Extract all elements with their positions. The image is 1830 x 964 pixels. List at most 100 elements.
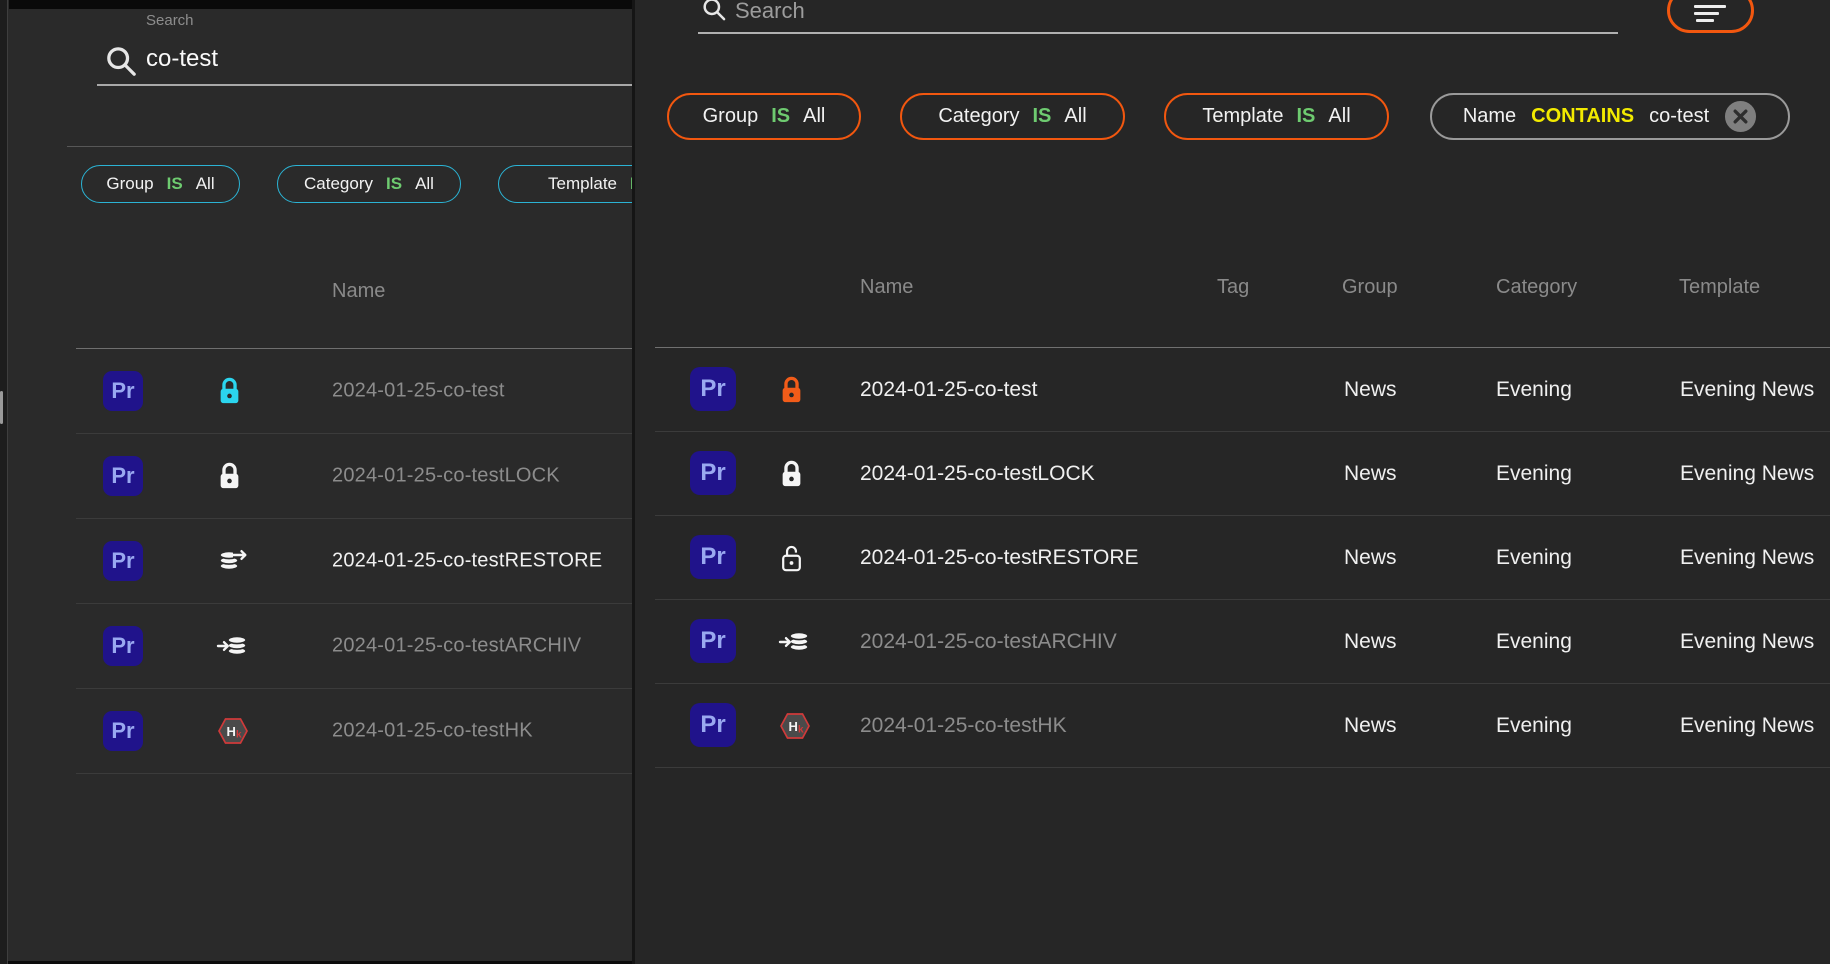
search-input[interactable] — [146, 42, 526, 76]
cell-template: Evening News — [1680, 378, 1814, 402]
sort-lines-icon — [1696, 19, 1714, 22]
filter-field-label: Template — [548, 174, 617, 194]
left-panel-titlebar — [9, 0, 632, 9]
table-row[interactable]: Pr 2024-01-25-co-testLOCK — [76, 434, 632, 519]
column-header-group[interactable]: Group — [1342, 276, 1398, 299]
cell-name: 2024-01-25-co-testRESTORE — [860, 546, 1139, 570]
filter-operator-label: IS — [1033, 105, 1052, 128]
cell-template: Evening News — [1680, 462, 1814, 486]
filter-operator-label: IS — [386, 174, 402, 194]
table-row[interactable]: Pr 2024-01-25-co-testARCHIV — [76, 604, 632, 689]
filter-field-label: Group — [703, 105, 759, 128]
filter-value-label: All — [803, 105, 825, 128]
filter-field-label: Group — [106, 174, 153, 194]
premiere-pro-badge: Pr — [690, 535, 736, 579]
filter-value-label: All — [1328, 105, 1350, 128]
table-row[interactable]: Pr 2024-01-25-co-test — [76, 349, 632, 434]
cell-group: News — [1344, 714, 1397, 738]
cell-name: 2024-01-25-co-testLOCK — [332, 465, 560, 488]
cell-name: 2024-01-25-co-test — [332, 380, 505, 403]
column-header-category[interactable]: Category — [1496, 276, 1577, 299]
table-row[interactable]: Pr2024-01-25-co-testRESTORENewsEveningEv… — [655, 516, 1830, 600]
svg-text:k: k — [236, 730, 242, 741]
database-archive-icon — [216, 631, 250, 661]
cell-group: News — [1344, 378, 1397, 402]
background-project-panel: Search Group IS All Category IS All TemplateIS… — [0, 0, 632, 964]
column-header-name[interactable]: Name — [860, 276, 913, 299]
table-row[interactable]: Pr Hk 2024-01-25-co-testHK — [76, 689, 632, 774]
svg-text:H: H — [227, 724, 236, 739]
table-row[interactable]: Pr Hk 2024-01-25-co-testHK News Evening Eveni… — [655, 684, 1830, 768]
cell-template: Evening News — [1680, 546, 1814, 570]
search-input[interactable] — [735, 0, 1165, 28]
column-header-tag[interactable]: Tag — [1217, 276, 1249, 299]
filter-operator-label: CONTAINS — [1531, 105, 1634, 128]
premiere-pro-badge: Pr — [103, 456, 143, 496]
premiere-pro-badge: Pr — [690, 703, 736, 747]
lock-closed-icon — [216, 461, 243, 492]
lock-closed-icon — [778, 374, 805, 405]
cell-name: 2024-01-25-co-testRESTORE — [332, 550, 602, 573]
filter-chip-name[interactable]: NameCONTAINSco-test — [1430, 93, 1790, 140]
premiere-pro-badge: Pr — [103, 711, 143, 751]
filter-field-label: Template — [1202, 105, 1283, 128]
table-row[interactable]: Pr 2024-01-25-co-testARCHIV News Evening Eve… — [655, 600, 1830, 684]
filter-value-label: All — [415, 174, 434, 194]
svg-text:H: H — [789, 718, 798, 733]
cell-group: News — [1344, 630, 1397, 654]
table-row[interactable]: Pr 2024-01-25-co-testRESTORE — [76, 519, 632, 604]
premiere-pro-badge: Pr — [690, 619, 736, 663]
remove-filter-button[interactable] — [1724, 100, 1757, 133]
project-table: Pr 2024-01-25-co-test Pr 2024-01-25-co-test… — [76, 348, 632, 774]
column-header-name[interactable]: Name — [332, 280, 385, 303]
panel-resize-handle[interactable] — [0, 391, 3, 424]
search-underline — [698, 32, 1618, 34]
database-restore-icon — [216, 546, 250, 576]
cell-name: 2024-01-25-co-testARCHIV — [332, 635, 581, 658]
project-table: Pr2024-01-25-co-testNewsEveningEvening N… — [655, 347, 1830, 768]
column-header-template[interactable]: Template — [1679, 276, 1760, 299]
sort-lines-icon — [1694, 5, 1726, 8]
table-row[interactable]: Pr2024-01-25-co-testNewsEveningEvening N… — [655, 348, 1830, 432]
search-label: Search — [146, 12, 194, 29]
premiere-pro-badge: Pr — [690, 451, 736, 495]
cell-name: 2024-01-25-co-testHK — [332, 720, 533, 743]
filter-value-label: All — [1064, 105, 1086, 128]
filter-value-label: All — [196, 174, 215, 194]
housekeeping-hexagon-icon: Hk — [778, 710, 812, 742]
lock-closed-icon — [778, 458, 805, 489]
filter-field-label: Category — [938, 105, 1019, 128]
cell-name: 2024-01-25-co-testLOCK — [860, 462, 1095, 486]
premiere-pro-badge: Pr — [103, 371, 143, 411]
premiere-pro-badge: Pr — [690, 367, 736, 411]
cell-category: Evening — [1496, 378, 1572, 402]
cell-name: 2024-01-25-co-testARCHIV — [860, 630, 1117, 654]
filter-chip-category[interactable]: Category IS All — [900, 93, 1125, 140]
cell-category: Evening — [1496, 714, 1572, 738]
filter-field-label: Category — [304, 174, 373, 194]
filter-chip-template[interactable]: Template IS All — [1164, 93, 1389, 140]
filter-chip-row: Group IS All Category IS All TemplateISAll — [81, 165, 632, 203]
filter-operator-label: IS — [1297, 105, 1316, 128]
cell-template: Evening News — [1680, 714, 1814, 738]
cell-category: Evening — [1496, 630, 1572, 654]
cell-name: 2024-01-25-co-testHK — [860, 714, 1067, 738]
table-row[interactable]: Pr2024-01-25-co-testLOCKNewsEveningEveni… — [655, 432, 1830, 516]
project-search-panel: GroupISAll Category IS All Template IS All Name… — [635, 0, 1830, 964]
search-underline — [97, 84, 632, 86]
premiere-pro-badge: Pr — [103, 541, 143, 581]
filter-value-label: co-test — [1649, 105, 1709, 128]
filter-chip-category[interactable]: Category IS All — [277, 165, 461, 203]
search-icon — [104, 44, 138, 83]
filter-chip-group[interactable]: Group IS All — [81, 165, 240, 203]
cell-category: Evening — [1496, 546, 1572, 570]
filter-chip-template[interactable]: TemplateISAll — [498, 165, 632, 203]
housekeeping-hexagon-icon: Hk — [216, 715, 250, 747]
filter-chip-group[interactable]: GroupISAll — [667, 93, 861, 140]
sort-options-button[interactable] — [1667, 0, 1754, 33]
cell-template: Evening News — [1680, 630, 1814, 654]
database-archive-icon — [778, 627, 812, 657]
filter-operator-label: IS — [167, 174, 183, 194]
sort-lines-icon — [1694, 12, 1719, 15]
premiere-pro-badge: Pr — [103, 626, 143, 666]
